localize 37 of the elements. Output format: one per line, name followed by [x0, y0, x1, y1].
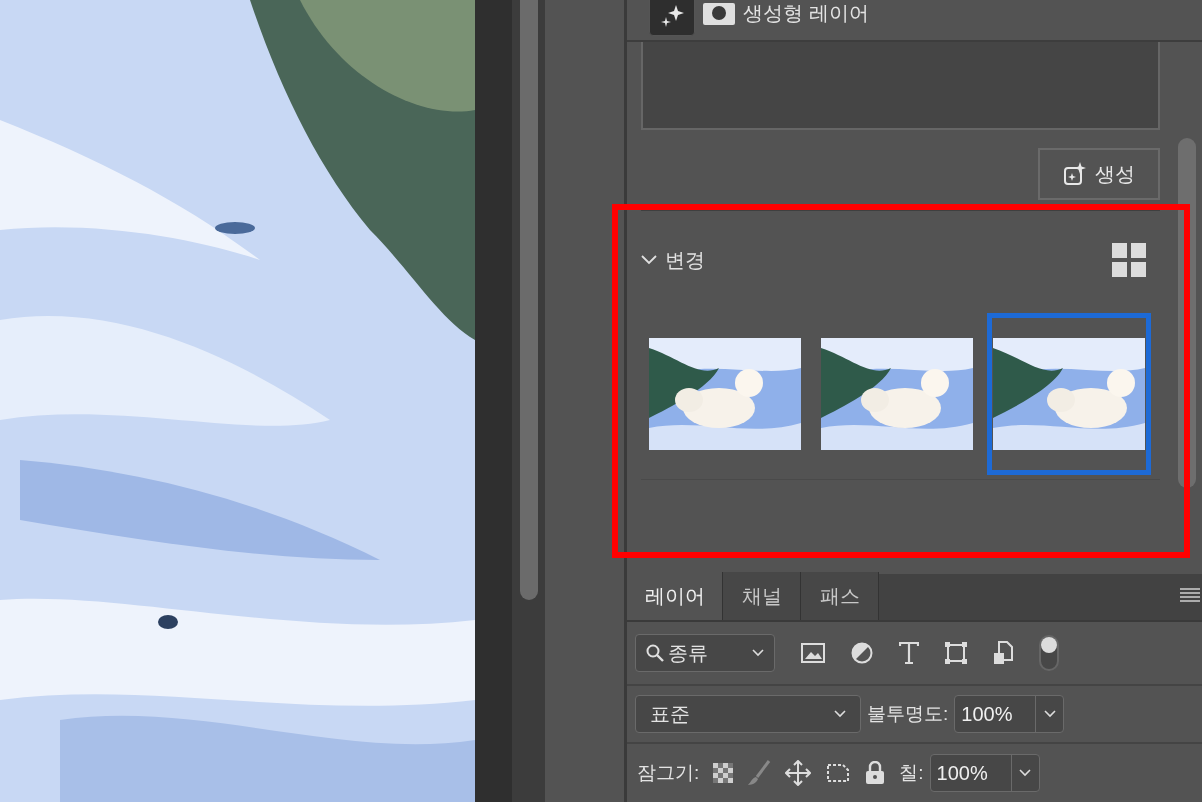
- section-toggle[interactable]: 변경: [641, 245, 705, 275]
- panel-tab[interactable]: 레이어: [627, 572, 723, 620]
- layer-title: 생성형 레이어: [743, 1, 869, 26]
- checkerboard-icon[interactable]: [713, 763, 734, 783]
- blend-mode-dropdown[interactable]: 표준: [635, 695, 861, 733]
- sparkle-icon: [660, 5, 684, 27]
- image-icon[interactable]: [801, 643, 825, 663]
- mask-icon: [703, 3, 735, 25]
- chevron-down-icon: [1019, 769, 1032, 777]
- prompt-field[interactable]: [641, 42, 1160, 130]
- type-icon[interactable]: [899, 642, 919, 664]
- opacity-field[interactable]: 100%: [954, 695, 1065, 733]
- grid-view-icon[interactable]: [1112, 243, 1146, 277]
- chevron-down-icon: [752, 649, 764, 657]
- crop-icon[interactable]: [825, 761, 852, 785]
- generate-button[interactable]: 생성: [1038, 148, 1160, 200]
- document-icon[interactable]: [993, 641, 1013, 665]
- filter-toggle[interactable]: [1039, 635, 1059, 671]
- filter-dropdown[interactable]: 종류: [635, 634, 775, 672]
- scrollbar-thumb[interactable]: [519, 0, 538, 600]
- chevron-down-icon: [1043, 710, 1056, 718]
- chevron-down-icon: [834, 710, 846, 718]
- move-icon[interactable]: [785, 760, 812, 786]
- fill-field[interactable]: 100%: [929, 754, 1040, 792]
- lock-icon[interactable]: [865, 761, 886, 785]
- panel-tab[interactable]: 패스: [801, 572, 879, 620]
- variation-thumbnail[interactable]: [987, 313, 1151, 475]
- menu-icon[interactable]: [1180, 588, 1200, 602]
- transform-icon[interactable]: [945, 642, 967, 664]
- lock-label: 잠그기:: [637, 760, 700, 785]
- search-icon: [646, 644, 664, 662]
- opacity-label: 불투명도:: [867, 701, 949, 726]
- fill-label: 칠:: [899, 760, 924, 785]
- sparkle-icon: [1063, 162, 1087, 186]
- half-circle-icon[interactable]: [851, 642, 873, 664]
- sparkle-button[interactable]: [649, 0, 695, 36]
- panel-tab[interactable]: 채널: [723, 572, 801, 620]
